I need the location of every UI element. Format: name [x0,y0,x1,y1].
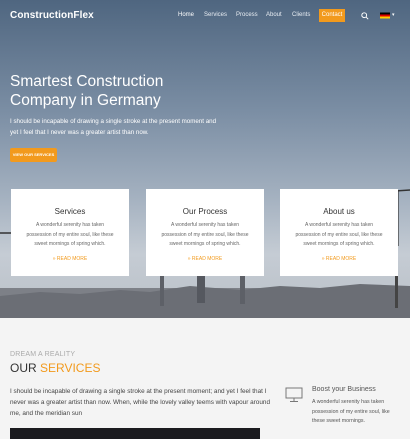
nav-process[interactable]: Process [236,12,258,18]
read-more-link[interactable]: » READ MORE [11,256,129,262]
card-title: Our Process [182,207,228,216]
card-text: A wonderful serenity has taken possessio… [26,222,114,247]
nav-contact-button[interactable]: Contact [319,9,345,22]
section-title-accent: SERVICES [40,361,101,375]
site-logo[interactable]: ConstructionFlex [10,10,94,21]
section-title-plain: OUR [10,361,40,375]
card-title: Services [54,207,86,216]
feature-title: Boost your Business [312,386,376,393]
services-section: DREAM A REALITY OUR SERVICES I should be… [0,318,410,439]
card-our-process: Our Process A wonderful serenity has tak… [146,189,264,276]
card-about-us: About us A wonderful serenity has taken … [280,189,398,276]
services-image [10,428,260,439]
chevron-down-icon[interactable]: ▾ [392,12,395,18]
german-flag-icon[interactable] [380,12,390,19]
search-icon[interactable] [361,12,369,20]
hero-title: Smartest Construction Company in Germany [10,72,240,110]
section-title: OUR SERVICES [10,361,100,375]
nav-home[interactable]: Home [178,12,194,18]
view-services-button[interactable]: VIEW OUR SERVICES [10,148,57,162]
read-more-link[interactable]: » READ MORE [280,256,398,262]
hero-title-line-1: Smartest Construction [10,73,164,90]
nav-clients[interactable]: Clients [292,12,310,18]
card-title: About us [323,207,355,216]
hero-section: ConstructionFlex Home Services Process A… [0,0,410,318]
read-more-link[interactable]: » READ MORE [146,256,264,262]
card-services: Services A wonderful serenity has taken … [11,189,129,276]
section-overline: DREAM A REALITY [10,351,76,358]
monitor-icon [285,387,303,402]
hero-title-line-2: Company in Germany [10,92,161,109]
nav-about[interactable]: About [266,12,282,18]
card-text: A wonderful serenity has taken possessio… [161,222,249,247]
top-navigation: ConstructionFlex Home Services Process A… [0,0,410,32]
card-text: A wonderful serenity has taken possessio… [295,222,383,247]
nav-services[interactable]: Services [204,12,227,18]
section-text: I should be incapable of drawing a singl… [10,388,271,417]
feature-text: A wonderful serenity has taken possessio… [312,399,390,424]
hero-text: I should be incapable of drawing a singl… [10,118,217,136]
